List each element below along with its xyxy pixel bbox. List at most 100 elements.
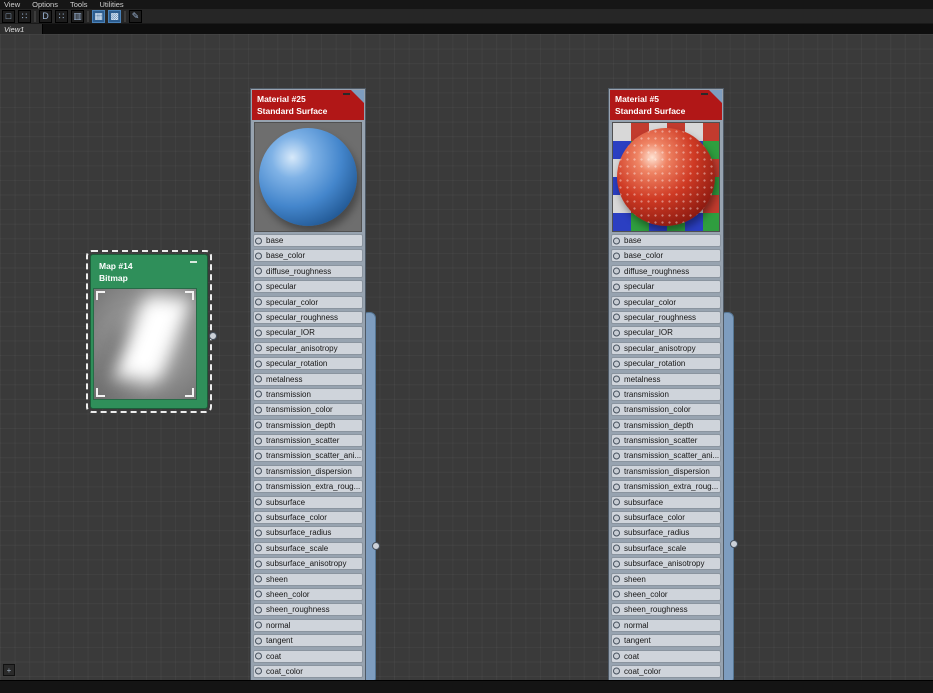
param-row[interactable]: sheen [253,572,363,586]
bitmap-node[interactable]: Map #14 Bitmap [86,250,217,413]
param-row[interactable]: diffuse_roughness [253,264,363,278]
param-input-socket[interactable] [613,544,620,552]
param-input-socket[interactable] [613,637,620,645]
param-input-socket[interactable] [255,498,262,506]
param-row[interactable]: tangent [611,634,721,648]
param-input-socket[interactable] [255,560,262,568]
material1-title-bar[interactable]: Material #25 Standard Surface [252,90,364,120]
param-row[interactable]: transmission [611,387,721,401]
param-input-socket[interactable] [255,267,262,275]
select-tool-icon[interactable]: □ [2,9,15,23]
param-input-socket[interactable] [255,514,262,522]
param-row[interactable]: specular [253,280,363,294]
param-input-socket[interactable] [613,467,620,475]
param-input-socket[interactable] [255,544,262,552]
param-row[interactable]: transmission_depth [253,418,363,432]
material1-output-socket[interactable] [372,542,380,550]
param-row[interactable]: transmission_extra_roug... [611,480,721,494]
param-input-socket[interactable] [255,452,262,460]
param-row[interactable]: normal [611,618,721,632]
param-row[interactable]: specular_rotation [611,357,721,371]
region-tool-icon[interactable]: ∷ [18,9,31,23]
param-input-socket[interactable] [613,606,620,614]
bitmap-node-body[interactable]: Map #14 Bitmap [90,254,208,409]
param-input-socket[interactable] [255,652,262,660]
param-input-socket[interactable] [255,590,262,598]
param-row[interactable]: subsurface [611,495,721,509]
param-input-socket[interactable] [613,237,620,244]
param-input-socket[interactable] [613,421,620,429]
param-row[interactable]: transmission_depth [611,418,721,432]
param-input-socket[interactable] [255,421,262,429]
param-row[interactable]: coat [253,649,363,663]
param-input-socket[interactable] [255,313,262,321]
param-input-socket[interactable] [613,437,620,445]
param-input-socket[interactable] [613,390,620,398]
param-input-socket[interactable] [613,652,620,660]
param-input-socket[interactable] [613,313,620,321]
param-input-socket[interactable] [613,621,620,629]
param-row[interactable]: metalness [253,372,363,386]
layout-children-icon[interactable]: ▩ [108,9,121,23]
param-input-socket[interactable] [255,667,262,675]
param-input-socket[interactable] [255,575,262,583]
param-row[interactable]: subsurface_anisotropy [611,557,721,571]
param-row[interactable]: transmission_color [611,403,721,417]
bitmap-preview[interactable] [93,288,197,400]
param-row[interactable]: subsurface_radius [611,526,721,540]
param-row[interactable]: sheen_roughness [611,603,721,617]
param-row[interactable]: tangent [253,634,363,648]
param-input-socket[interactable] [613,344,620,352]
param-row[interactable]: transmission_dispersion [253,464,363,478]
param-row[interactable]: transmission_scatter [611,434,721,448]
collapse-icon[interactable] [701,93,708,95]
param-row[interactable]: specular_anisotropy [253,341,363,355]
param-input-socket[interactable] [613,667,620,675]
param-row[interactable]: transmission_dispersion [611,464,721,478]
param-input-socket[interactable] [613,452,620,460]
param-input-socket[interactable] [613,252,620,260]
param-input-socket[interactable] [613,267,620,275]
param-row[interactable]: transmission_scatter_ani... [611,449,721,463]
param-input-socket[interactable] [613,329,620,337]
param-input-socket[interactable] [613,514,620,522]
param-input-socket[interactable] [613,590,620,598]
param-input-socket[interactable] [255,237,262,244]
collapse-icon[interactable] [190,261,197,263]
param-row[interactable]: subsurface_scale [253,541,363,555]
param-row[interactable]: specular [611,280,721,294]
param-row[interactable]: subsurface [253,495,363,509]
material-node-2[interactable]: Material #5 Standard Surface base base_c… [608,88,724,680]
navigator-panel-icon[interactable]: ▥ [71,9,84,23]
param-row[interactable]: specular_color [253,295,363,309]
canvas-corner-icon[interactable]: + [3,664,15,676]
param-row[interactable]: transmission_extra_roug... [253,480,363,494]
menu-view[interactable]: View [4,0,20,9]
param-row[interactable]: base_color [253,249,363,263]
material2-preview[interactable] [612,122,720,232]
param-row[interactable]: sheen_color [253,587,363,601]
param-row[interactable]: transmission_color [253,403,363,417]
param-input-socket[interactable] [255,621,262,629]
param-row[interactable]: sheen_color [611,587,721,601]
menu-tools[interactable]: Tools [70,0,88,9]
param-input-socket[interactable] [255,329,262,337]
param-row[interactable]: transmission [253,387,363,401]
collapse-icon[interactable] [343,93,350,95]
param-row[interactable]: specular_rotation [253,357,363,371]
param-row[interactable]: transmission_scatter [253,434,363,448]
tab-view1[interactable]: View1 [0,24,44,34]
param-row[interactable]: specular_anisotropy [611,341,721,355]
param-row[interactable]: sheen [611,572,721,586]
param-input-socket[interactable] [613,298,620,306]
bitmap-title-bar[interactable]: Map #14 Bitmap [93,257,197,288]
param-row[interactable]: specular_IOR [611,326,721,340]
param-input-socket[interactable] [255,390,262,398]
param-input-socket[interactable] [255,375,262,383]
menu-options[interactable]: Options [32,0,58,9]
param-row[interactable]: subsurface_radius [253,526,363,540]
param-row[interactable]: base [253,234,363,247]
param-input-socket[interactable] [613,406,620,414]
node-graph-canvas[interactable]: Material #25 Standard Surface base base_… [0,34,933,680]
param-row[interactable]: coat [611,649,721,663]
